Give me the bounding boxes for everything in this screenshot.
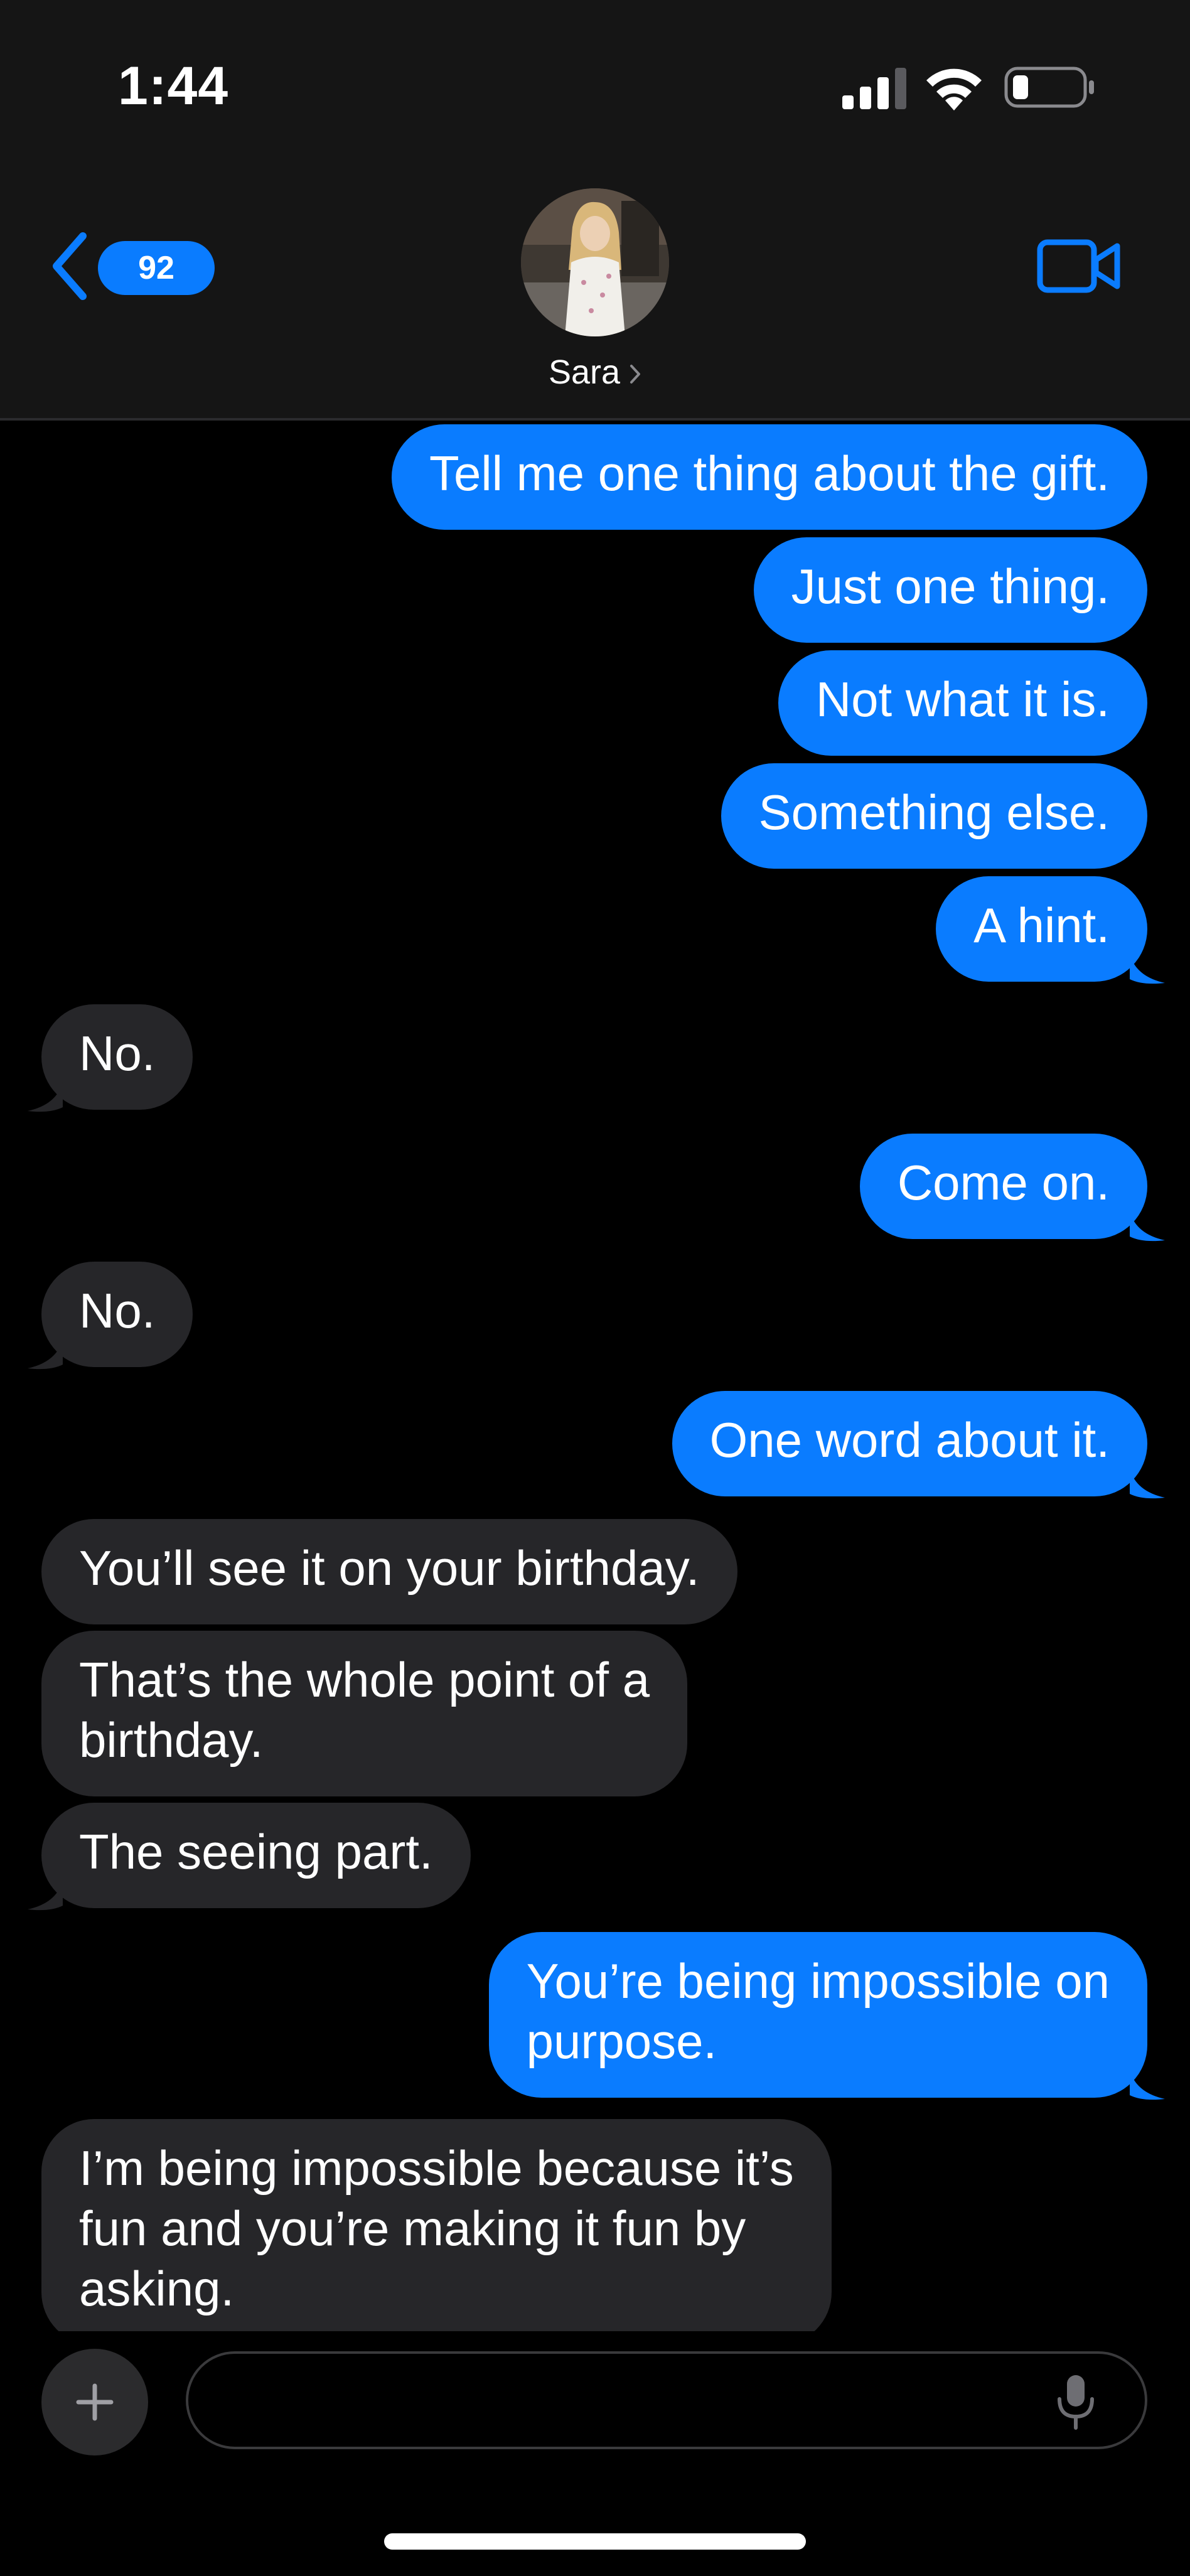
message-bubble-sent[interactable]: Come on. (859, 1134, 1147, 1239)
avatar[interactable] (521, 188, 669, 336)
message-bubble-received[interactable]: No. (41, 1262, 193, 1367)
message-bubble-sent[interactable]: Not what it is. (778, 650, 1147, 756)
message-text: Not what it is. (815, 672, 1110, 727)
contact-name-button[interactable]: Sara (0, 353, 1190, 392)
avatar-photo (521, 188, 669, 336)
status-time: 1:44 (118, 56, 229, 116)
message-text: A hint. (973, 898, 1110, 953)
message-text: One word about it. (709, 1412, 1110, 1468)
message-bubble-received[interactable]: The seeing part. (41, 1803, 471, 1908)
cellular-signal-icon (842, 68, 906, 109)
message-text: That’s the whole point of a birthday. (79, 1652, 650, 1768)
message-bubble-received[interactable]: That’s the whole point of a birthday. (41, 1631, 688, 1796)
message-bubble-sent[interactable]: Tell me one thing about the gift. (391, 424, 1147, 530)
message-text: You’re being impossible on purpose. (526, 1953, 1110, 2069)
message-text: Something else. (758, 785, 1110, 840)
message-bubble-received[interactable]: No. (41, 1004, 193, 1110)
bubble-tail (28, 1339, 63, 1370)
message-text: Just one thing. (791, 559, 1110, 614)
battery-icon (1004, 67, 1094, 108)
message-text: Tell me one thing about the gift. (429, 446, 1110, 501)
contact-name: Sara (548, 353, 621, 391)
chevron-left-icon (53, 232, 87, 300)
back-button[interactable]: 92 (49, 230, 215, 303)
conversation-header: 1:44 92 Sara (0, 0, 1190, 421)
bubble-tail (1130, 954, 1165, 984)
microphone-icon[interactable] (1054, 2374, 1097, 2430)
message-text: The seeing part. (79, 1824, 433, 1879)
message-text: No. (79, 1283, 156, 1338)
bubble-tail (28, 1881, 63, 1911)
home-indicator[interactable] (384, 2533, 806, 2550)
wifi-icon (926, 68, 982, 110)
message-bubble-sent[interactable]: You’re being impossible on purpose. (488, 1932, 1147, 2098)
message-bubble-sent[interactable]: Just one thing. (753, 537, 1147, 643)
message-bubble-sent[interactable]: A hint. (936, 876, 1147, 982)
message-thread[interactable]: Tell me one thing about the gift. Just o… (0, 421, 1190, 2331)
add-attachment-button[interactable] (41, 2349, 148, 2455)
plus-icon (76, 2383, 114, 2421)
message-bubble-received[interactable]: You’ll see it on your birthday. (41, 1519, 737, 1624)
message-bubble-sent[interactable]: One word about it. (672, 1391, 1147, 1496)
unread-count-badge: 92 (98, 241, 215, 295)
chevron-right-icon (630, 365, 641, 384)
message-text: Come on. (897, 1155, 1110, 1210)
video-camera-icon[interactable] (1037, 237, 1122, 295)
bubble-tail (1130, 2070, 1165, 2100)
bubble-tail (1130, 1211, 1165, 1242)
message-bubble-sent[interactable]: Something else. (721, 763, 1147, 869)
message-text: You’ll see it on your birthday. (79, 1540, 700, 1596)
bubble-tail (1130, 1469, 1165, 1499)
bubble-tail (28, 1082, 63, 1112)
message-text: I’m being impossible because it’s fun an… (79, 2140, 794, 2316)
message-input[interactable] (186, 2351, 1147, 2449)
message-text: No. (79, 1026, 156, 1081)
message-bubble-received[interactable]: I’m being impossible because it’s fun an… (41, 2119, 832, 2331)
